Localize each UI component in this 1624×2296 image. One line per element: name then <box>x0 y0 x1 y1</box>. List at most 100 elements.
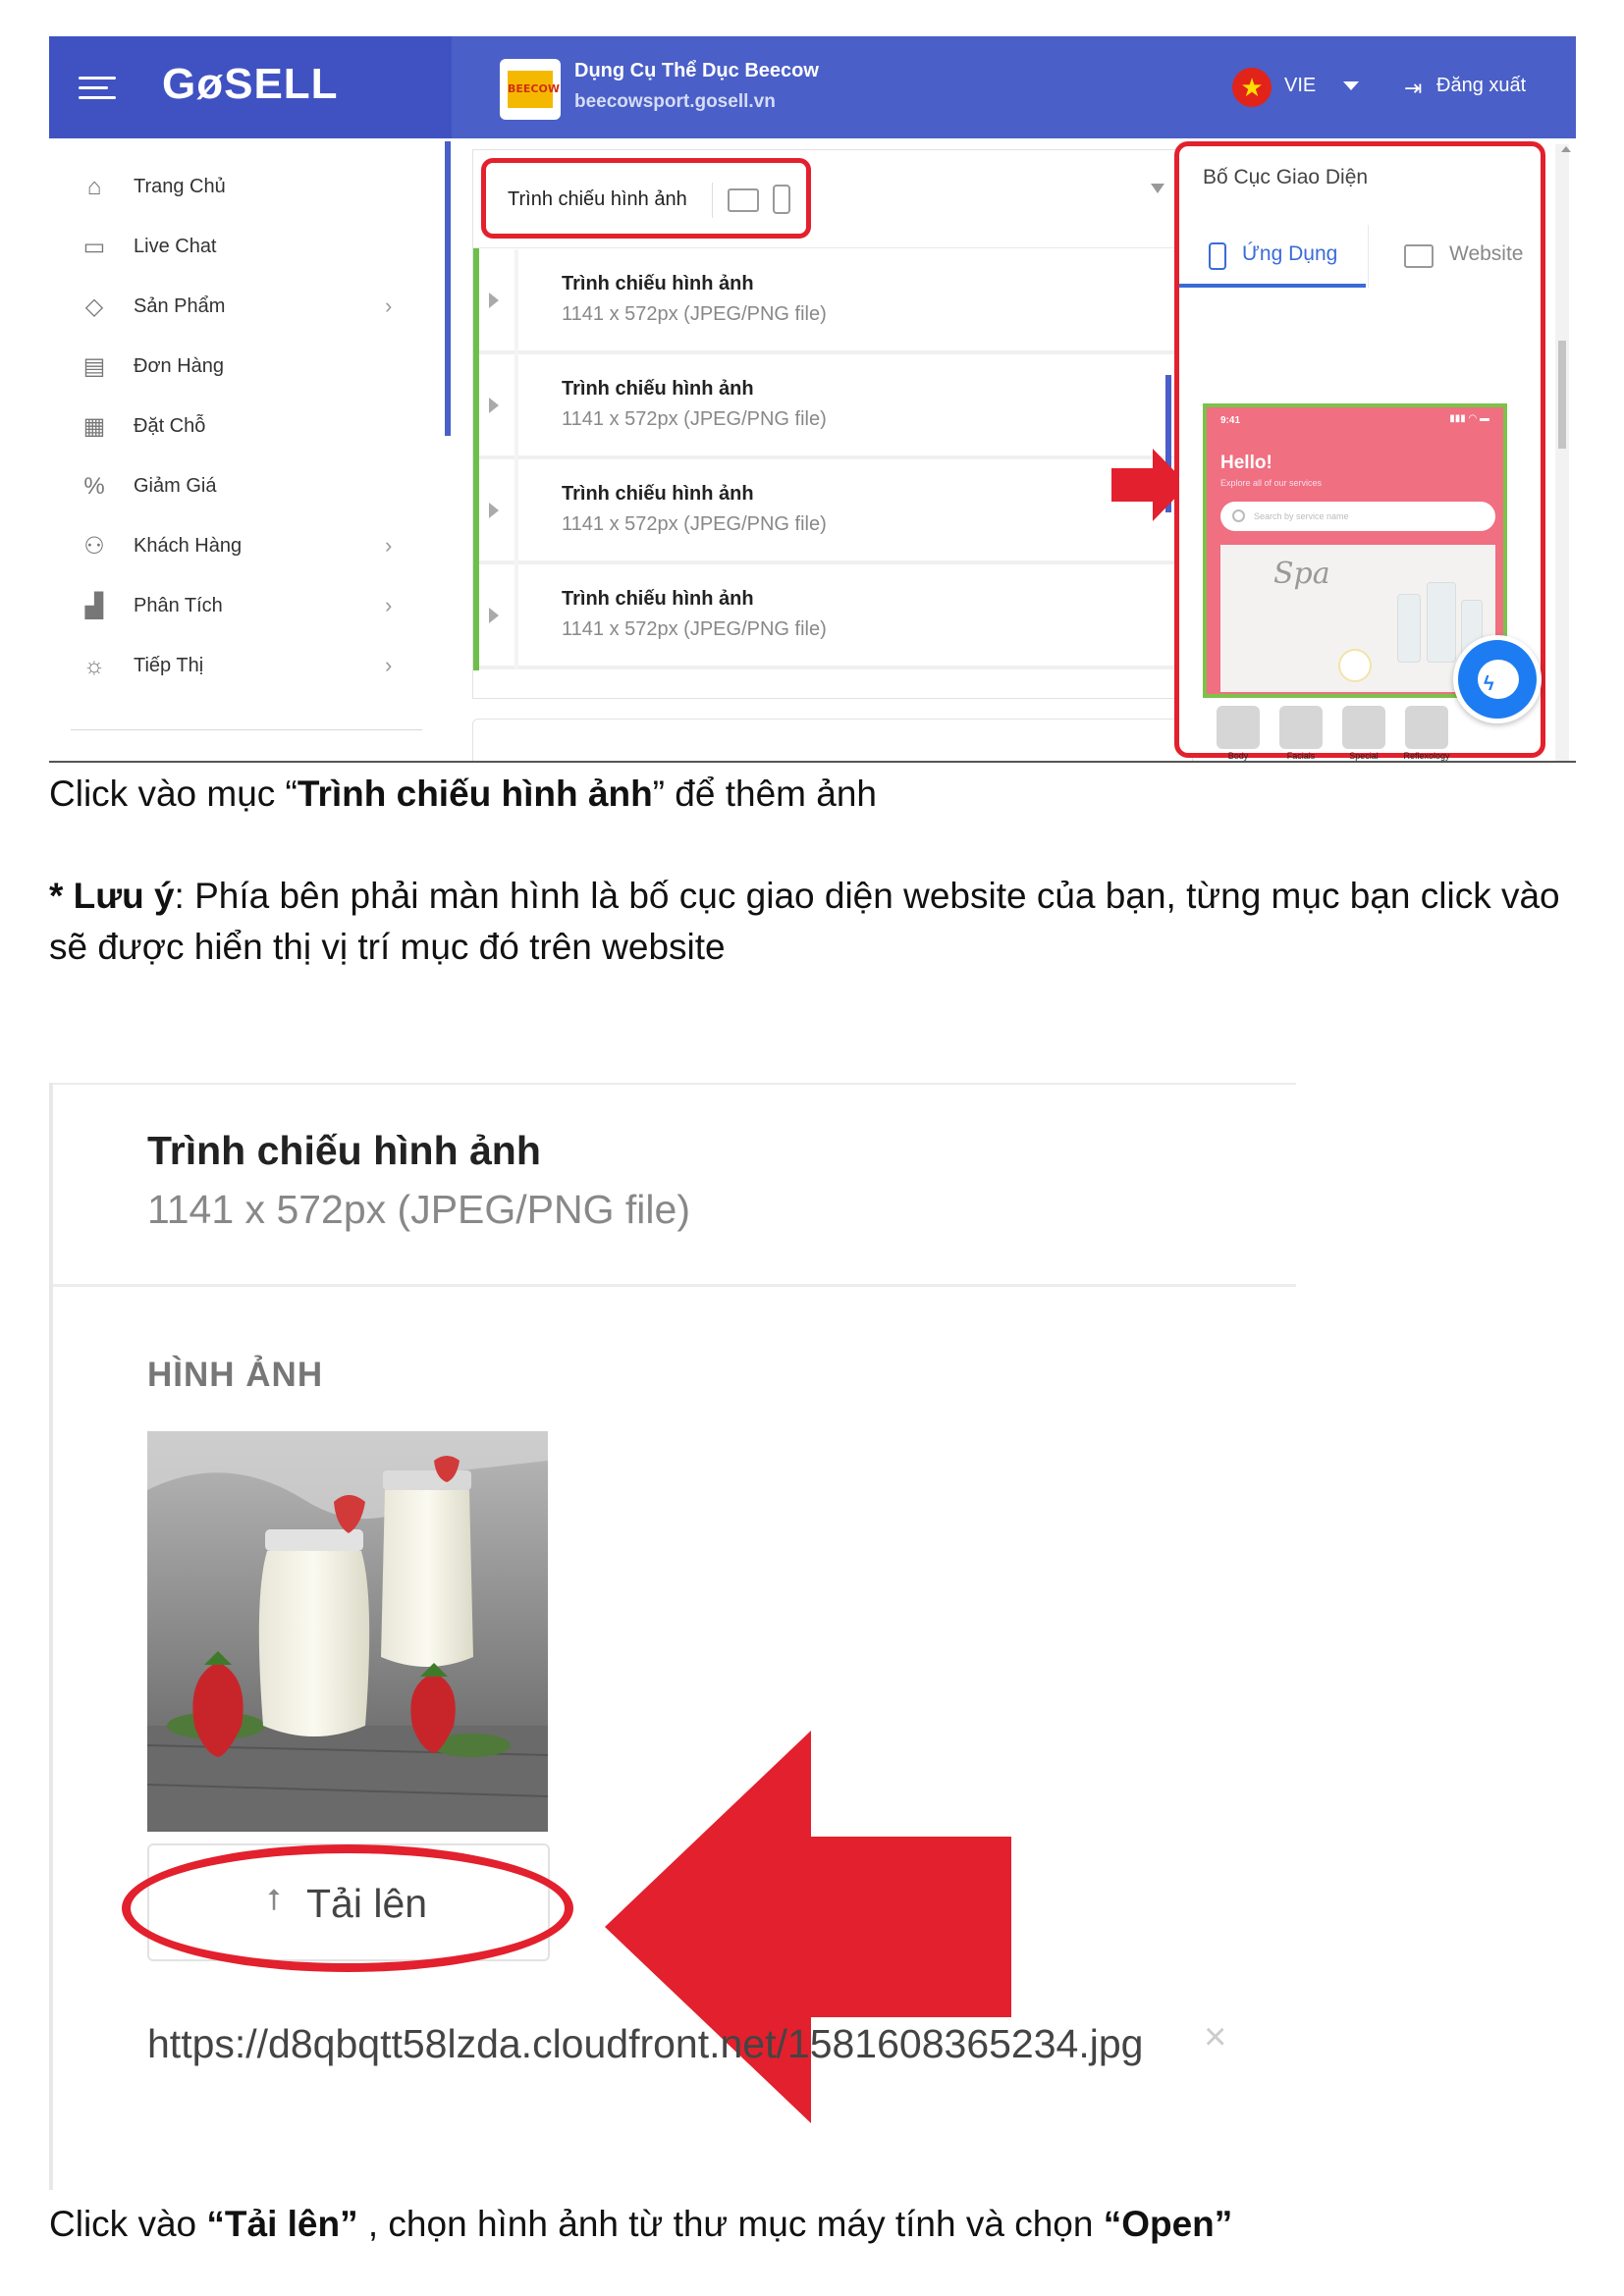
spa-logo: Spa <box>1273 557 1330 591</box>
flower-image <box>1338 649 1372 682</box>
divider <box>53 1284 1296 1287</box>
caption-text: Click vào <box>49 2204 207 2244</box>
category-label: Special Massage <box>1349 751 1379 761</box>
milk-strawberry-photo <box>147 1431 548 1832</box>
logout-button[interactable]: Đăng xuất <box>1436 75 1526 97</box>
slideshow-row[interactable]: Trình chiếu hình ảnh 1141 x 572px (JPEG/… <box>479 354 1192 459</box>
category-item: Facials <box>1272 706 1330 761</box>
upload-screenshot: Trình chiếu hình ảnh 1141 x 572px (JPEG/… <box>49 1083 1296 2190</box>
layout-panel-title: Bố Cục Giao Diện <box>1203 166 1369 188</box>
section-title: Trình chiếu hình ảnh <box>147 1128 541 1173</box>
dropdown-caret-icon[interactable] <box>1151 184 1164 193</box>
next-section-card[interactable] <box>472 719 1193 761</box>
category-label: Body Treatment <box>1227 751 1249 761</box>
preview-subtitle: Explore all of our services <box>1220 478 1323 488</box>
expand-icon[interactable] <box>489 293 499 308</box>
users-icon: ⚇ <box>83 533 105 560</box>
calendar-icon: ▦ <box>82 413 106 440</box>
sidebar-item-booking[interactable]: ▦ Đặt Chỗ <box>79 407 412 447</box>
category-item: Reflexology <box>1397 706 1456 761</box>
right-scrollbar[interactable] <box>1555 144 1569 761</box>
expand-icon[interactable] <box>489 398 499 413</box>
section-header[interactable]: Trình chiếu hình ảnh <box>473 150 1192 248</box>
sidebar-item-label: Khách Hàng <box>134 535 243 557</box>
desktop-icon <box>728 188 759 212</box>
row-subtitle: 1141 x 572px (JPEG/PNG file) <box>562 408 827 430</box>
note-paragraph: * Lưu ý: Phía bên phải màn hình là bố cụ… <box>49 871 1581 973</box>
slideshow-row[interactable]: Trình chiếu hình ảnh 1141 x 572px (JPEG/… <box>479 564 1192 669</box>
store-name[interactable]: Dụng Cụ Thể Dục Beecow <box>574 60 819 82</box>
images-label: HÌNH ẢNH <box>147 1356 324 1394</box>
search-icon <box>1232 509 1245 522</box>
messenger-icon[interactable]: ϟ <box>1453 635 1542 723</box>
caption-bold: Trình chiếu hình ảnh <box>297 774 653 814</box>
section-editor: Trình chiếu hình ảnh Trình chiếu hình ản… <box>472 149 1193 699</box>
sidebar-item-live-chat[interactable]: ▭ Live Chat <box>79 228 412 267</box>
scroll-down-icon[interactable] <box>1561 761 1571 763</box>
sidebar-item-marketing[interactable]: ☼ Tiếp Thị › <box>79 647 412 686</box>
category-label: Reflexology <box>1403 751 1450 761</box>
chevron-right-icon: › <box>385 593 393 617</box>
section-header-title[interactable]: Trình chiếu hình ảnh <box>508 188 687 211</box>
language-selector[interactable]: VIE <box>1284 75 1316 97</box>
tab-app-label: Ứng Dụng <box>1242 242 1338 265</box>
section-subtitle: 1141 x 572px (JPEG/PNG file) <box>147 1187 690 1232</box>
uploaded-image-url[interactable]: https://d8qbqtt58lzda.cloudfront.net/158… <box>147 2013 1188 2074</box>
sidebar-item-products[interactable]: ◇ Sản Phẩm › <box>79 288 412 327</box>
sidebar-item-orders[interactable]: ▤ Đơn Hàng <box>79 347 412 387</box>
caption-text: , chọn hình ảnh từ thư mục máy tính và c… <box>357 2204 1104 2244</box>
tab-website[interactable]: Website <box>1368 225 1544 288</box>
sidebar-item-home[interactable]: ⌂ Trang Chủ <box>79 168 412 207</box>
store-url[interactable]: beecowsport.gosell.vn <box>574 91 776 113</box>
category-label: Facials <box>1286 751 1316 761</box>
sidebar-item-discounts[interactable]: % Giảm Giá <box>79 467 412 507</box>
receipt-icon: ▤ <box>82 353 106 380</box>
store-thumbnail: BEECOW <box>500 59 561 120</box>
expand-icon[interactable] <box>489 608 499 623</box>
top-bar: GøSELL BEECOW Dụng Cụ Thể Dục Beecow bee… <box>49 36 1576 138</box>
slideshow-row[interactable]: Trình chiếu hình ảnh 1141 x 572px (JPEG/… <box>479 459 1192 564</box>
bottle-image <box>1397 594 1421 663</box>
chart-icon: ▟ <box>84 593 104 619</box>
row-separator <box>514 249 518 354</box>
row-separator <box>514 564 518 669</box>
gosell-logo[interactable]: GøSELL <box>162 60 339 109</box>
sidebar-scrollbar[interactable] <box>445 141 451 436</box>
row-subtitle: 1141 x 572px (JPEG/PNG file) <box>562 618 827 640</box>
highlight-oval <box>122 1844 573 1972</box>
hamburger-menu-icon[interactable] <box>79 77 116 100</box>
highlight-box: Trình chiếu hình ảnh <box>481 158 811 239</box>
category-item: Special Massage <box>1334 706 1393 761</box>
messenger-bolt-icon: ϟ <box>1484 673 1494 695</box>
row-title: Trình chiếu hình ảnh <box>562 273 754 294</box>
slideshow-row[interactable]: Trình chiếu hình ảnh 1141 x 572px (JPEG/… <box>479 249 1192 354</box>
tab-app[interactable]: Ứng Dụng <box>1179 225 1366 288</box>
vietnam-flag-icon[interactable]: ★ <box>1232 68 1272 107</box>
scroll-up-icon[interactable] <box>1561 146 1571 152</box>
chevron-right-icon: › <box>385 653 393 677</box>
sidebar-item-analytics[interactable]: ▟ Phân Tích › <box>79 587 412 626</box>
sidebar-item-label: Đơn Hàng <box>134 355 225 377</box>
chevron-down-icon[interactable] <box>1343 81 1359 90</box>
row-separator <box>514 459 518 564</box>
category-image <box>1405 706 1448 749</box>
sidebar-item-customers[interactable]: ⚇ Khách Hàng › <box>79 527 412 566</box>
tag-icon: ◇ <box>84 294 104 320</box>
note-label: * Lưu ý <box>49 876 175 916</box>
category-image <box>1342 706 1385 749</box>
preview-greeting: Hello! <box>1220 453 1272 473</box>
remove-icon[interactable]: × <box>1204 2015 1226 2059</box>
logout-icon[interactable]: ⇥ <box>1404 76 1422 101</box>
chat-icon: ▭ <box>82 234 106 260</box>
left-border <box>49 1083 53 2190</box>
row-title: Trình chiếu hình ảnh <box>562 588 754 610</box>
caption-text: ” để thêm ảnh <box>652 774 877 814</box>
caption-text: Click vào mục “ <box>49 774 298 814</box>
caption-click-slideshow: Click vào mục “Trình chiếu hình ảnh” để … <box>49 769 877 820</box>
category-item: Body Treatment <box>1209 706 1268 761</box>
scrollbar-thumb[interactable] <box>1558 341 1566 449</box>
sidebar-item-label: Giảm Giá <box>134 475 217 497</box>
expand-icon[interactable] <box>489 503 499 518</box>
caption-bold: “Open” <box>1103 2204 1233 2244</box>
category-image <box>1217 706 1260 749</box>
